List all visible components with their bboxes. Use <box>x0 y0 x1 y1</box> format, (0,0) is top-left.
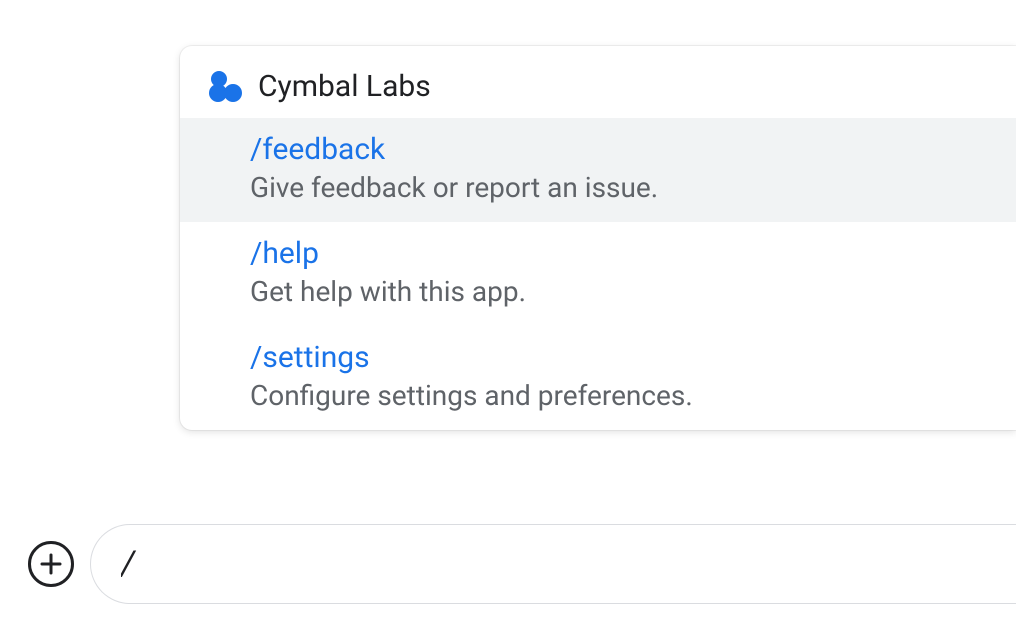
app-name: Cymbal Labs <box>258 69 431 104</box>
command-item-feedback[interactable]: /feedback Give feedback or report an iss… <box>180 118 1016 222</box>
command-name: /feedback <box>250 132 990 167</box>
add-button[interactable] <box>28 541 74 587</box>
message-input-container[interactable] <box>90 524 1016 604</box>
app-logo-icon <box>206 68 242 104</box>
command-description: Give feedback or report an issue. <box>250 171 990 204</box>
command-description: Configure settings and preferences. <box>250 379 990 412</box>
command-name: /help <box>250 236 990 271</box>
command-name: /settings <box>250 340 990 375</box>
plus-icon <box>39 552 63 576</box>
command-popup: Cymbal Labs /feedback Give feedback or r… <box>180 46 1016 430</box>
command-description: Get help with this app. <box>250 275 990 308</box>
input-row <box>28 524 1016 604</box>
command-item-help[interactable]: /help Get help with this app. <box>180 222 1016 326</box>
message-input[interactable] <box>121 544 986 584</box>
popup-header: Cymbal Labs <box>180 46 1016 118</box>
command-item-settings[interactable]: /settings Configure settings and prefere… <box>180 326 1016 430</box>
